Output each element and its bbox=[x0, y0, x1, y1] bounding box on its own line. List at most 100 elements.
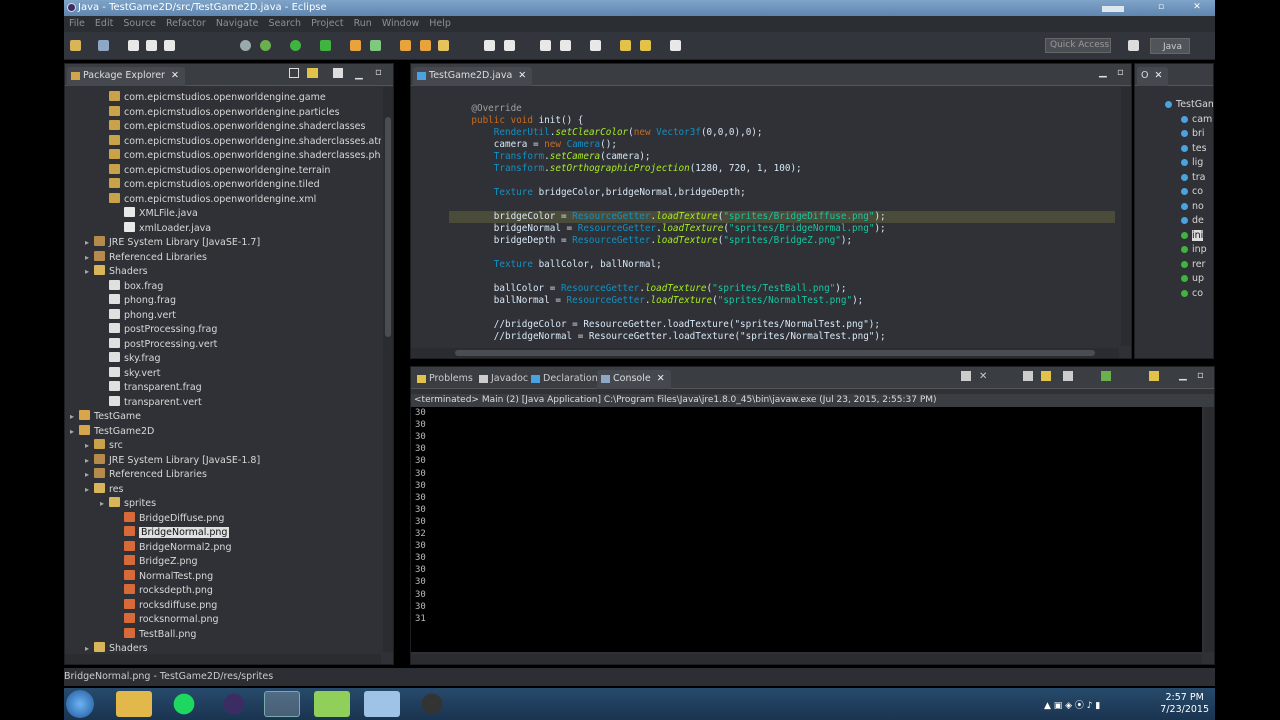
tree-item[interactable]: xmlLoader.java bbox=[115, 221, 211, 236]
tree-item[interactable]: ▸ src bbox=[85, 439, 123, 453]
tab-testgame2d-java[interactable]: TestGame2D.java ✕ bbox=[413, 67, 533, 86]
eclipse-active-taskbar-icon[interactable] bbox=[264, 691, 300, 717]
menu-item-refactor[interactable]: Refactor bbox=[161, 16, 211, 32]
outline-item[interactable]: ini bbox=[1181, 229, 1204, 243]
tree-item[interactable]: postProcessing.frag bbox=[100, 323, 217, 337]
search-icon[interactable] bbox=[438, 40, 449, 51]
code-line[interactable]: RenderUtil.setClearColor(new Vector3f(0,… bbox=[449, 127, 763, 139]
outline-item[interactable]: inp bbox=[1181, 243, 1207, 257]
maximize-view-icon[interactable]: ▫ bbox=[1197, 370, 1204, 381]
remove-launch-icon[interactable]: ✕ bbox=[979, 371, 987, 382]
expand-arrow-icon[interactable]: ▸ bbox=[85, 468, 94, 482]
toggle-block-icon[interactable] bbox=[504, 40, 515, 51]
tree-item[interactable]: ▸ JRE System Library [JavaSE-1.8] bbox=[85, 453, 260, 468]
pin-console-icon[interactable] bbox=[1063, 371, 1073, 381]
console-hscrollbar[interactable] bbox=[411, 654, 1202, 664]
menu-item-project[interactable]: Project bbox=[306, 16, 349, 32]
code-line[interactable]: Transform.setCamera(camera); bbox=[449, 151, 651, 163]
copy-icon[interactable] bbox=[146, 40, 157, 51]
tree-item[interactable]: com.epicmstudios.openworldengine.game bbox=[100, 91, 326, 105]
tree-item[interactable]: transparent.frag bbox=[100, 381, 202, 395]
expand-arrow-icon[interactable]: ▸ bbox=[85, 642, 94, 654]
next-annotation-icon[interactable] bbox=[560, 40, 571, 51]
tree-item[interactable]: com.epicmstudios.openworldengine.shaderc… bbox=[100, 134, 381, 149]
quick-access-input[interactable]: Quick Access bbox=[1045, 38, 1111, 53]
open-perspective-icon[interactable] bbox=[1128, 40, 1139, 51]
expand-arrow-icon[interactable]: ▸ bbox=[85, 483, 94, 497]
code-line[interactable]: camera = new Camera(); bbox=[449, 139, 617, 151]
new-icon[interactable] bbox=[70, 40, 81, 51]
expand-arrow-icon[interactable]: ▸ bbox=[70, 425, 79, 439]
close-window-button[interactable]: ✕ bbox=[1188, 1, 1206, 13]
tree-item[interactable]: phong.vert bbox=[100, 308, 176, 323]
tree-item[interactable]: com.epicmstudios.openworldengine.particl… bbox=[100, 105, 340, 120]
forward-arrow-icon[interactable] bbox=[640, 40, 651, 51]
close-icon[interactable]: ✕ bbox=[657, 373, 665, 384]
code-line[interactable]: @Override bbox=[449, 103, 521, 115]
link-editor-icon[interactable] bbox=[307, 68, 318, 78]
tree-item[interactable]: BridgeNormal.png bbox=[115, 526, 230, 540]
tree-item[interactable]: phong.frag bbox=[100, 294, 176, 308]
outline-item[interactable]: tes bbox=[1181, 142, 1207, 156]
spotify-icon[interactable] bbox=[166, 691, 202, 717]
expand-arrow-icon[interactable]: ▸ bbox=[100, 497, 109, 511]
tray-icons[interactable]: ▲ ▣ ◈ ⦿ ♪ ▮ bbox=[1044, 698, 1134, 711]
open-console-icon[interactable] bbox=[1149, 371, 1159, 381]
tab-console[interactable]: Console ✕ bbox=[597, 370, 671, 389]
tree-item[interactable]: box.frag bbox=[100, 279, 163, 294]
menu-item-window[interactable]: Window bbox=[377, 16, 424, 32]
package-explorer-hscrollbar[interactable] bbox=[65, 654, 381, 664]
next-arrow-icon[interactable] bbox=[670, 40, 681, 51]
code-line[interactable]: ballNormal = ResourceGetter.loadTexture(… bbox=[449, 295, 864, 307]
tree-item[interactable]: postProcessing.vert bbox=[100, 337, 217, 352]
obs-icon[interactable] bbox=[414, 691, 450, 717]
code-line[interactable]: ballColor = ResourceGetter.loadTexture("… bbox=[449, 283, 847, 295]
code-line[interactable]: bridgeNormal = ResourceGetter.loadTextur… bbox=[449, 223, 886, 235]
run-icon[interactable] bbox=[290, 40, 301, 51]
outline-item[interactable]: lig bbox=[1181, 156, 1203, 170]
notepad-icon[interactable] bbox=[314, 691, 350, 717]
outline-item[interactable]: co bbox=[1181, 287, 1203, 301]
menu-item-file[interactable]: File bbox=[64, 16, 90, 32]
skip-breakpoints-icon[interactable] bbox=[240, 40, 251, 51]
code-line[interactable]: Texture ballColor, ballNormal; bbox=[449, 259, 662, 271]
file-explorer-icon[interactable] bbox=[116, 691, 152, 717]
new-java-project-icon[interactable] bbox=[350, 40, 361, 51]
tree-item[interactable]: ▸ Shaders bbox=[85, 265, 148, 279]
outline-item[interactable]: tra bbox=[1181, 171, 1205, 185]
code-line[interactable]: bridgeColor = ResourceGetter.loadTexture… bbox=[449, 211, 1115, 223]
menu-item-run[interactable]: Run bbox=[349, 16, 377, 32]
expand-arrow-icon[interactable]: ▸ bbox=[85, 251, 94, 265]
tree-item[interactable]: com.epicmstudios.openworldengine.xml bbox=[100, 192, 316, 207]
tab-package-explorer[interactable]: Package Explorer ✕ bbox=[67, 67, 185, 86]
print-icon[interactable] bbox=[164, 40, 175, 51]
java-perspective-button[interactable]: Java bbox=[1150, 38, 1190, 54]
tree-item[interactable]: ▸ Shaders bbox=[85, 642, 148, 654]
tree-item[interactable]: ▸ res bbox=[85, 482, 124, 497]
code-line[interactable]: Transform.setOrthographicProjection(1280… bbox=[449, 163, 802, 175]
new-class-icon[interactable] bbox=[400, 40, 411, 51]
collapse-all-icon[interactable] bbox=[289, 68, 299, 78]
tree-item[interactable]: BridgeNormal2.png bbox=[115, 540, 232, 555]
tree-item[interactable]: transparent.vert bbox=[100, 395, 202, 410]
code-line[interactable]: Texture bridgeColor,bridgeNormal,bridgeD… bbox=[449, 187, 746, 199]
outline-item[interactable]: up bbox=[1181, 272, 1204, 286]
minimize-button[interactable] bbox=[1102, 6, 1124, 12]
save-icon[interactable] bbox=[98, 40, 109, 51]
tree-item[interactable]: ▸ Referenced Libraries bbox=[85, 468, 207, 482]
editor-scrollbar[interactable] bbox=[1121, 87, 1131, 346]
expand-arrow-icon[interactable]: ▸ bbox=[85, 439, 94, 453]
start-button[interactable] bbox=[66, 690, 94, 718]
tree-item[interactable]: BridgeZ.png bbox=[115, 555, 198, 569]
tree-item[interactable]: TestBall.png bbox=[115, 627, 196, 642]
menu-item-navigate[interactable]: Navigate bbox=[211, 16, 264, 32]
tree-item[interactable]: com.epicmstudios.openworldengine.shaderc… bbox=[100, 120, 365, 134]
toggle-mark-icon[interactable] bbox=[484, 40, 495, 51]
package-explorer-scrollbar[interactable] bbox=[383, 87, 393, 652]
outline-item[interactable]: cam bbox=[1181, 113, 1212, 127]
outline-item[interactable]: TestGam bbox=[1165, 98, 1213, 112]
menu-item-help[interactable]: Help bbox=[424, 16, 456, 32]
minimize-view-icon[interactable]: ▁ bbox=[355, 69, 363, 80]
scroll-lock-icon[interactable] bbox=[1023, 371, 1033, 381]
debug-icon[interactable] bbox=[260, 40, 271, 51]
